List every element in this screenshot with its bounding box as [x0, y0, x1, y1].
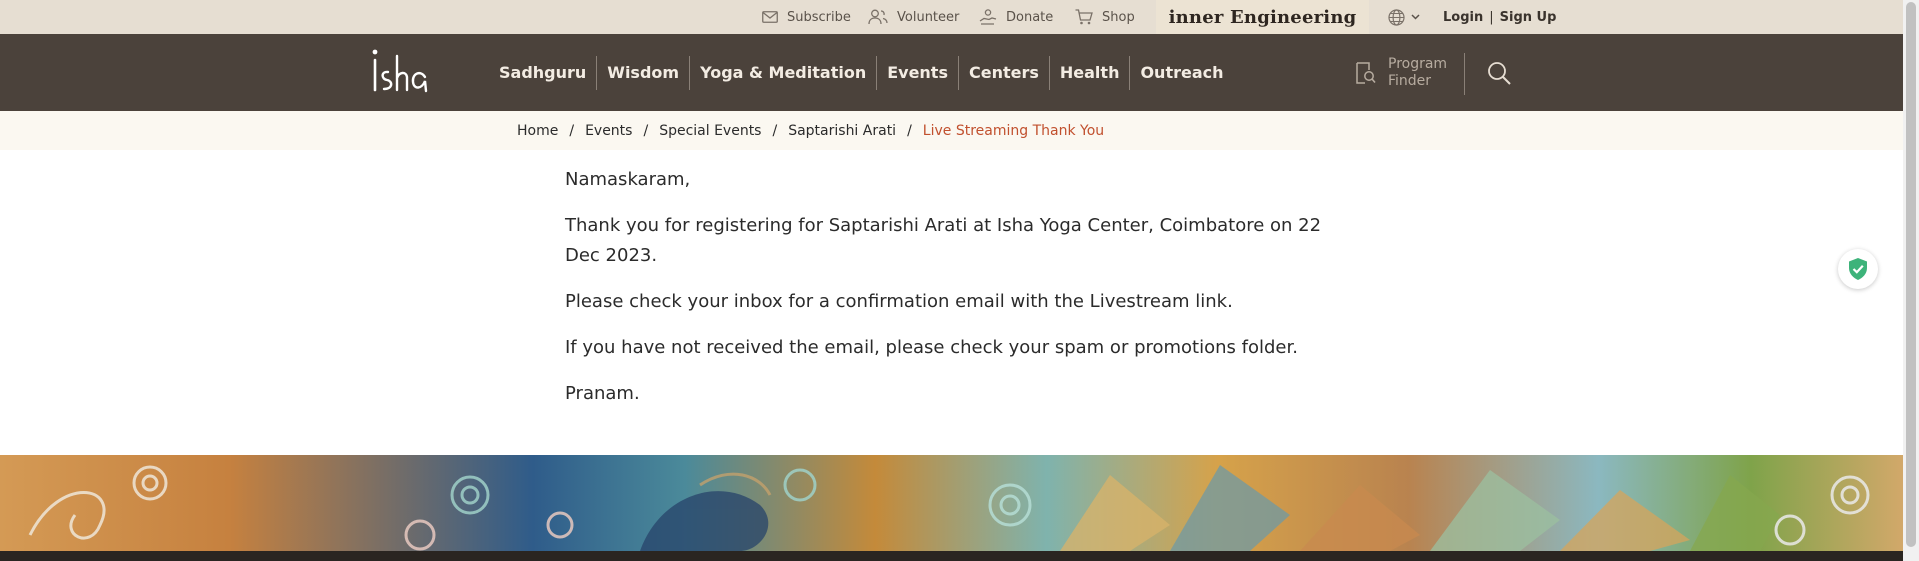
- program-finder-icon: [1356, 61, 1376, 84]
- subscribe-link[interactable]: Subscribe: [762, 0, 851, 34]
- footer-bottom-strip: [0, 551, 1903, 561]
- globe-icon: [1388, 8, 1405, 26]
- breadcrumb-bar: Home / Events / Special Events / Saptari…: [0, 111, 1903, 150]
- breadcrumb-separator: /: [643, 122, 649, 139]
- program-finder-button[interactable]: Program Finder: [1354, 34, 1456, 111]
- subscribe-label: Subscribe: [787, 9, 851, 25]
- breadcrumb-current: Live Streaming Thank You: [922, 122, 1105, 139]
- primary-nav-links: Sadhguru Wisdom Yoga & Meditation Events…: [489, 34, 1234, 111]
- nav-item-outreach[interactable]: Outreach: [1129, 55, 1233, 90]
- registration-text: Thank you for registering for Saptarishi…: [565, 215, 1322, 266]
- nav-divider: [1464, 53, 1465, 95]
- inbox-text: Please check your inbox for a confirmati…: [565, 291, 1233, 312]
- shield-check-icon: [1849, 258, 1867, 280]
- nav-item-wisdom[interactable]: Wisdom: [596, 55, 689, 90]
- inner-engineering-logo: inner Engineering: [1168, 6, 1357, 28]
- cart-icon: [1075, 9, 1093, 25]
- security-badge[interactable]: [1838, 249, 1878, 289]
- isha-logo[interactable]: [366, 46, 430, 100]
- breadcrumb-events[interactable]: Events: [585, 123, 632, 139]
- breadcrumb-saptarishi-arati[interactable]: Saptarishi Arati: [788, 123, 896, 139]
- signup-link[interactable]: Sign Up: [1500, 10, 1557, 25]
- breadcrumb-separator: /: [569, 122, 575, 139]
- utility-bar: Subscribe Volunteer Donate Shop inner En…: [0, 0, 1903, 34]
- language-selector[interactable]: [1388, 0, 1420, 34]
- volunteer-link[interactable]: Volunteer: [868, 0, 959, 34]
- donate-label: Donate: [1006, 9, 1054, 25]
- nav-item-yoga-meditation[interactable]: Yoga & Meditation: [689, 55, 876, 90]
- nav-item-events[interactable]: Events: [876, 55, 958, 90]
- inner-engineering-link[interactable]: inner Engineering: [1156, 0, 1369, 34]
- breadcrumb-separator: /: [772, 122, 778, 139]
- donate-hand-icon: [979, 9, 997, 25]
- users-icon: [868, 9, 888, 25]
- thank-you-message: Namaskaram, Thank you for registering fo…: [565, 165, 1325, 425]
- breadcrumb: Home / Events / Special Events / Saptari…: [517, 111, 1104, 150]
- search-icon[interactable]: [1486, 60, 1512, 86]
- breadcrumb-special-events[interactable]: Special Events: [659, 123, 761, 139]
- breadcrumb-home[interactable]: Home: [517, 123, 558, 139]
- auth-separator: |: [1489, 9, 1494, 25]
- closing-text: Pranam.: [565, 383, 640, 404]
- mail-icon: [762, 11, 778, 23]
- footer-art-banner: [0, 455, 1903, 551]
- volunteer-label: Volunteer: [897, 9, 960, 25]
- spam-text: If you have not received the email, plea…: [565, 337, 1298, 358]
- shop-label: Shop: [1102, 9, 1135, 25]
- program-finder-label: Program Finder: [1388, 55, 1448, 89]
- nav-item-sadhguru[interactable]: Sadhguru: [489, 56, 596, 90]
- footer-artwork: [28, 465, 1870, 551]
- login-link[interactable]: Login: [1443, 10, 1483, 25]
- chevron-down-icon: [1411, 14, 1420, 20]
- nav-item-centers[interactable]: Centers: [957, 55, 1049, 90]
- donate-link[interactable]: Donate: [979, 0, 1053, 34]
- auth-links: Login | Sign Up: [1443, 0, 1556, 34]
- shop-link[interactable]: Shop: [1075, 0, 1135, 34]
- main-navigation: Sadhguru Wisdom Yoga & Meditation Events…: [0, 34, 1903, 111]
- page-scrollbar[interactable]: [1903, 0, 1919, 561]
- nav-item-health[interactable]: Health: [1048, 55, 1130, 90]
- breadcrumb-separator: /: [907, 122, 912, 139]
- scrollbar-thumb[interactable]: [1906, 2, 1916, 547]
- greeting-text: Namaskaram,: [565, 169, 691, 190]
